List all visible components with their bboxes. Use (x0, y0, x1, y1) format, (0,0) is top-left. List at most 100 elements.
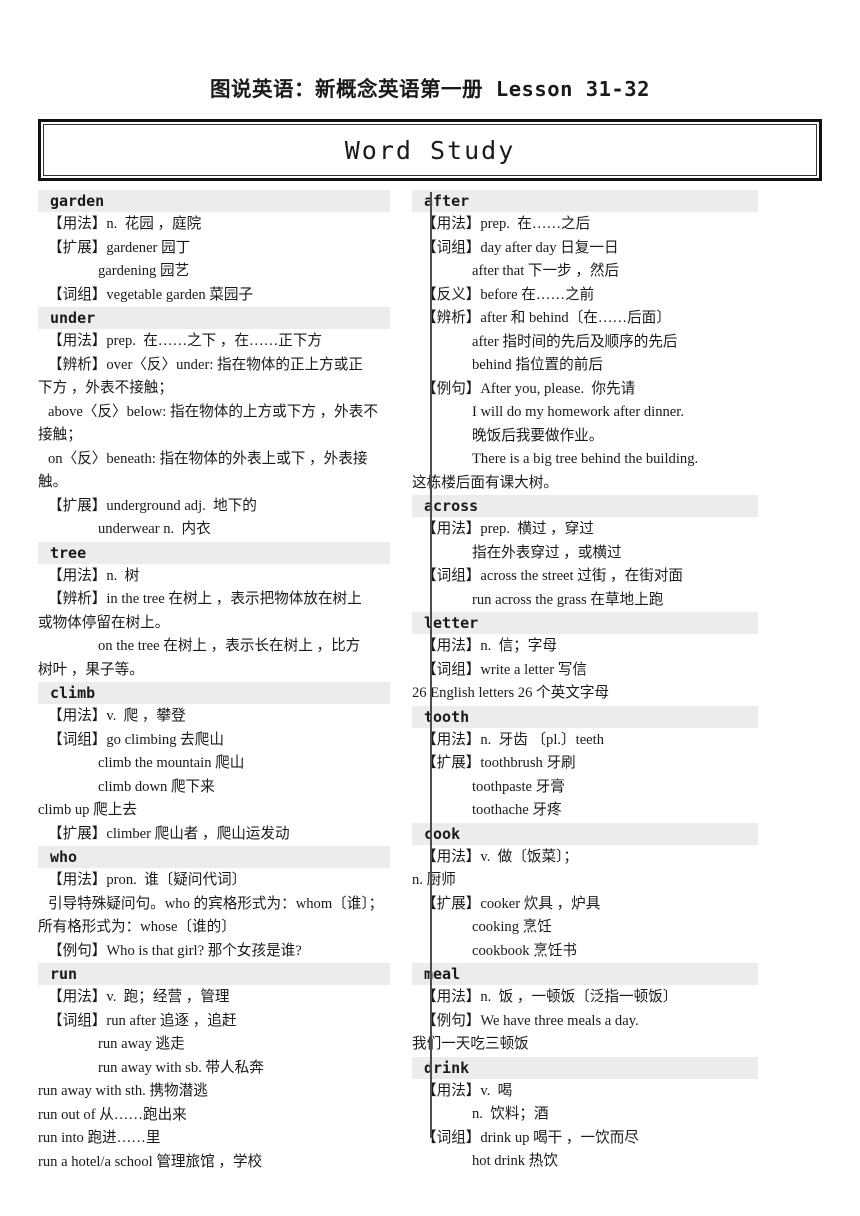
word-entry-headword: climb (38, 682, 390, 704)
word-entry-lines: 【用法】n. 花园 ，庭院 【扩展】gardener 园丁 gardening 园艺… (38, 213, 390, 307)
word-entry: garden 【用法】n. 花园 ，庭院 【扩展】gardener 园丁 garden… (38, 190, 390, 307)
word-entry-headword: garden (38, 190, 390, 212)
word-entry-line: 【用法】n. 树 (48, 567, 140, 584)
word-entry-lines: 【用法】v. 爬 ，攀登【词组】go climbing 去爬山 climb the… (38, 705, 390, 846)
word-entry-line: 【用法】v. 做〔饭菜〕； (422, 848, 578, 865)
word-entry: under 【用法】prep. 在……之下 ，在……正下方 【辨析】over〈反〉u… (38, 307, 390, 542)
word-entry-line: 【例句】We have three meals a day. (422, 1012, 639, 1029)
word-entry-lines: 【用法】v. 跑；经营 ，管理 【词组】run after 追逐 ，追赶 run a… (38, 986, 390, 1174)
word-entry: climb 【用法】v. 爬 ，攀登【词组】go climbing 去爬山 clim… (38, 682, 390, 846)
word-entry: drink 【用法】v. 喝 n. 饮料；酒 【词组】drink up 喝干 ，一饮而… (412, 1056, 758, 1174)
word-entry-line: cooking 烹饪 (472, 919, 552, 935)
word-entry-line: 引导特殊疑问句。who 的宾格形式为：whom〔谁〕； (48, 895, 384, 912)
word-entry-line: on〈反〉beneath: 指在物体的外表上或下 ，外表接 (48, 450, 368, 467)
word-entry-headword: tree (38, 541, 390, 564)
word-entry-line: 【词组】run after 追逐 ，追赶 (48, 1012, 237, 1029)
word-entry-line: 下方 ，外表不接触； (38, 380, 173, 396)
word-entry-line: cookbook 烹饪书 (472, 942, 577, 959)
word-entry-lines: 【用法】n. 牙齿 〔pl.〕teeth 【扩展】toothbrush 牙刷 too… (412, 729, 758, 823)
word-entry-line: 【用法】n. 花园 ，庭院 (48, 216, 202, 232)
word-entry-line: run a hotel/a school 管理旅馆 ，学校 (38, 1153, 263, 1170)
word-entry-line: run away with sth. 携物潜逃 (38, 1083, 208, 1099)
word-entry-line: underwear n. 内衣 (98, 521, 211, 537)
document-page: 图说英语：新概念英语第一册 Lesson 31-32 Word Study ga… (0, 0, 860, 1216)
word-entry-line: 晚饭后我要做作业。 (472, 427, 604, 444)
word-entry-line: 或物体停留在树上。 (38, 614, 170, 631)
word-entry-line: after that 下一步 ，然后 (472, 263, 620, 279)
word-entry: cook 【用法】v. 做〔饭菜〕； n. 厨师 【扩展】cooker 炊具 ，炉具 c… (412, 822, 758, 964)
word-entry-line: 【用法】pron. 谁〔疑问代词〕 (48, 872, 247, 888)
word-entry-line: 指在外表穿过 ，或横过 (472, 544, 622, 561)
word-entry-line: run into 跑进……里 (38, 1130, 161, 1146)
word-entry-line: 【扩展】cooker 炊具 ，炉具 (422, 895, 601, 912)
word-entry-headword: meal (412, 963, 758, 985)
word-entry-line: 【用法】prep. 在……之下 ，在……正下方 (48, 333, 323, 349)
word-entry-line: 【用法】prep. 横过 ，穿过 (422, 521, 594, 537)
word-entry-line: 【扩展】gardener 园丁 (48, 239, 191, 256)
word-entry-line: 触。 (38, 474, 68, 490)
word-entry-line: 【用法】v. 跑；经营 ，管理 (48, 989, 230, 1005)
word-entry-lines: 【用法】v. 喝 n. 饮料；酒 【词组】drink up 喝干 ，一饮而尽 hot … (412, 1080, 758, 1174)
word-entry-line: 所有格形式为：whose〔谁的〕 (38, 919, 236, 935)
word-entry-line: climb the mountain 爬山 (98, 755, 245, 771)
right-column: after 【用法】prep. 在……之后 【词组】day after day 日复… (398, 190, 758, 1174)
word-entry-line: 【扩展】toothbrush 牙刷 (422, 755, 576, 771)
word-entry-lines: 【用法】n. 树【辨析】in the tree 在树上 ，表示把物体放在树上或物… (38, 565, 390, 683)
word-entry-line: There is a big tree behind the building. (472, 451, 699, 467)
word-entry-headword: after (412, 190, 758, 212)
word-entry-line: 【扩展】climber 爬山者 ，爬山运发动 (48, 825, 290, 842)
word-entry-lines: 【用法】n. 饭 ，一顿饭〔泛指一顿饭〕 【例句】We have three me… (412, 986, 758, 1057)
word-entry-lines: 【用法】prep. 横过 ，穿过指在外表穿过 ，或横过【词组】across th… (412, 518, 758, 612)
word-entry-headword: tooth (412, 705, 758, 728)
word-entry-line: 【用法】n. 饭 ，一顿饭〔泛指一顿饭〕 (422, 989, 678, 1005)
word-entry-line: run away with sb. 带人私奔 (98, 1059, 264, 1076)
word-entry-line: 树叶 ，果子等。 (38, 661, 144, 678)
word-entry-line: I will do my homework after dinner. (472, 404, 684, 420)
word-entry-line: run across the grass 在草地上跑 (472, 591, 664, 608)
left-column: garden 【用法】n. 花园 ，庭院 【扩展】gardener 园丁 garden… (38, 190, 398, 1174)
word-entry-headword: under (38, 307, 390, 329)
word-entry-lines: 【用法】v. 做〔饭菜〕； n. 厨师 【扩展】cooker 炊具 ，炉具 cooki… (412, 846, 758, 964)
word-entry-line: 26 English letters 26 个英文字母 (412, 685, 610, 701)
word-entry-line: gardening 园艺 (98, 263, 190, 279)
word-entry-line: 【用法】v. 喝 (422, 1082, 513, 1099)
word-entry-line: 【词组】across the street 过街 ，在街对面 (422, 568, 684, 584)
word-entry-line: run out of 从……跑出来 (38, 1106, 187, 1123)
word-entry-headword: who (38, 846, 390, 868)
word-entry-line: 【辨析】in the tree 在树上 ，表示把物体放在树上 (48, 591, 362, 607)
word-entry-line: 【例句】Who is that girl? 那个女孩是谁? (48, 942, 302, 959)
word-entry-line: 【辨析】over〈反〉under: 指在物体的正上方或正 (48, 356, 363, 373)
two-column-body: garden 【用法】n. 花园 ，庭院 【扩展】gardener 园丁 garden… (38, 190, 822, 1174)
word-entry-line: 【扩展】underground adj. 地下的 (48, 497, 257, 514)
word-entry-lines: 【用法】prep. 在……之后【词组】day after day 日复一日 aft… (412, 213, 758, 495)
word-entry-line: behind 指位置的前后 (472, 357, 603, 373)
word-entry-line: 【用法】prep. 在……之后 (422, 216, 591, 232)
word-entry: after 【用法】prep. 在……之后 【词组】day after day 日复… (412, 190, 758, 495)
word-entry-line: on the tree 在树上 ，表示长在树上 ，比方 (98, 638, 361, 654)
word-entry: run 【用法】v. 跑；经营 ，管理 【词组】run after 追逐 ，追赶 ru… (38, 963, 390, 1174)
word-entry-headword: letter (412, 612, 758, 634)
word-entry-lines: 【用法】prep. 在……之下 ，在……正下方【辨析】over〈反〉under:… (38, 330, 390, 542)
word-entry-line: 【词组】go climbing 去爬山 (48, 731, 224, 748)
word-entry-line: 【辨析】after 和 behind〔在……后面〕 (422, 310, 671, 326)
word-entry: across 【用法】prep. 横过 ，穿过 指在外表穿过 ，或横过 【词组】acr… (412, 495, 758, 612)
column-divider (430, 192, 432, 1138)
word-study-banner-label: Word Study (344, 135, 516, 165)
word-entry-line: after 指时间的先后及顺序的先后 (472, 333, 678, 350)
word-entry-lines: 【用法】n. 信；字母 【词组】write a letter 写信 26 Engli… (412, 635, 758, 706)
word-entry-line: 【词组】day after day 日复一日 (422, 239, 619, 256)
word-entry-line: 【词组】drink up 喝干 ，一饮而尽 (422, 1129, 639, 1146)
word-entry-line: 【例句】After you, please. 你先请 (422, 380, 636, 397)
word-entry-line: climb up 爬上去 (38, 802, 137, 818)
word-entry-line: 【用法】v. 爬 ，攀登 (48, 708, 186, 724)
word-entry-line: climb down 爬下来 (98, 778, 215, 795)
word-entry-line: 【反义】before 在……之前 (422, 286, 595, 303)
word-entry-lines: 【用法】pron. 谁〔疑问代词〕引导特殊疑问句。who 的宾格形式为：whom… (38, 869, 390, 963)
word-entry-line: 【用法】n. 信；字母 (422, 638, 557, 654)
word-entry-line: toothache 牙疼 (472, 802, 562, 818)
word-entry-line: above〈反〉below: 指在物体的上方或下方 ，外表不 (48, 403, 378, 420)
word-entry-line: 【用法】n. 牙齿 〔pl.〕teeth (422, 731, 605, 748)
word-entry: tree 【用法】n. 树【辨析】in the tree 在树上 ，表示把物体放在… (38, 541, 390, 683)
word-entry-headword: drink (412, 1056, 758, 1079)
word-entry-line: run away 逃走 (98, 1036, 185, 1052)
